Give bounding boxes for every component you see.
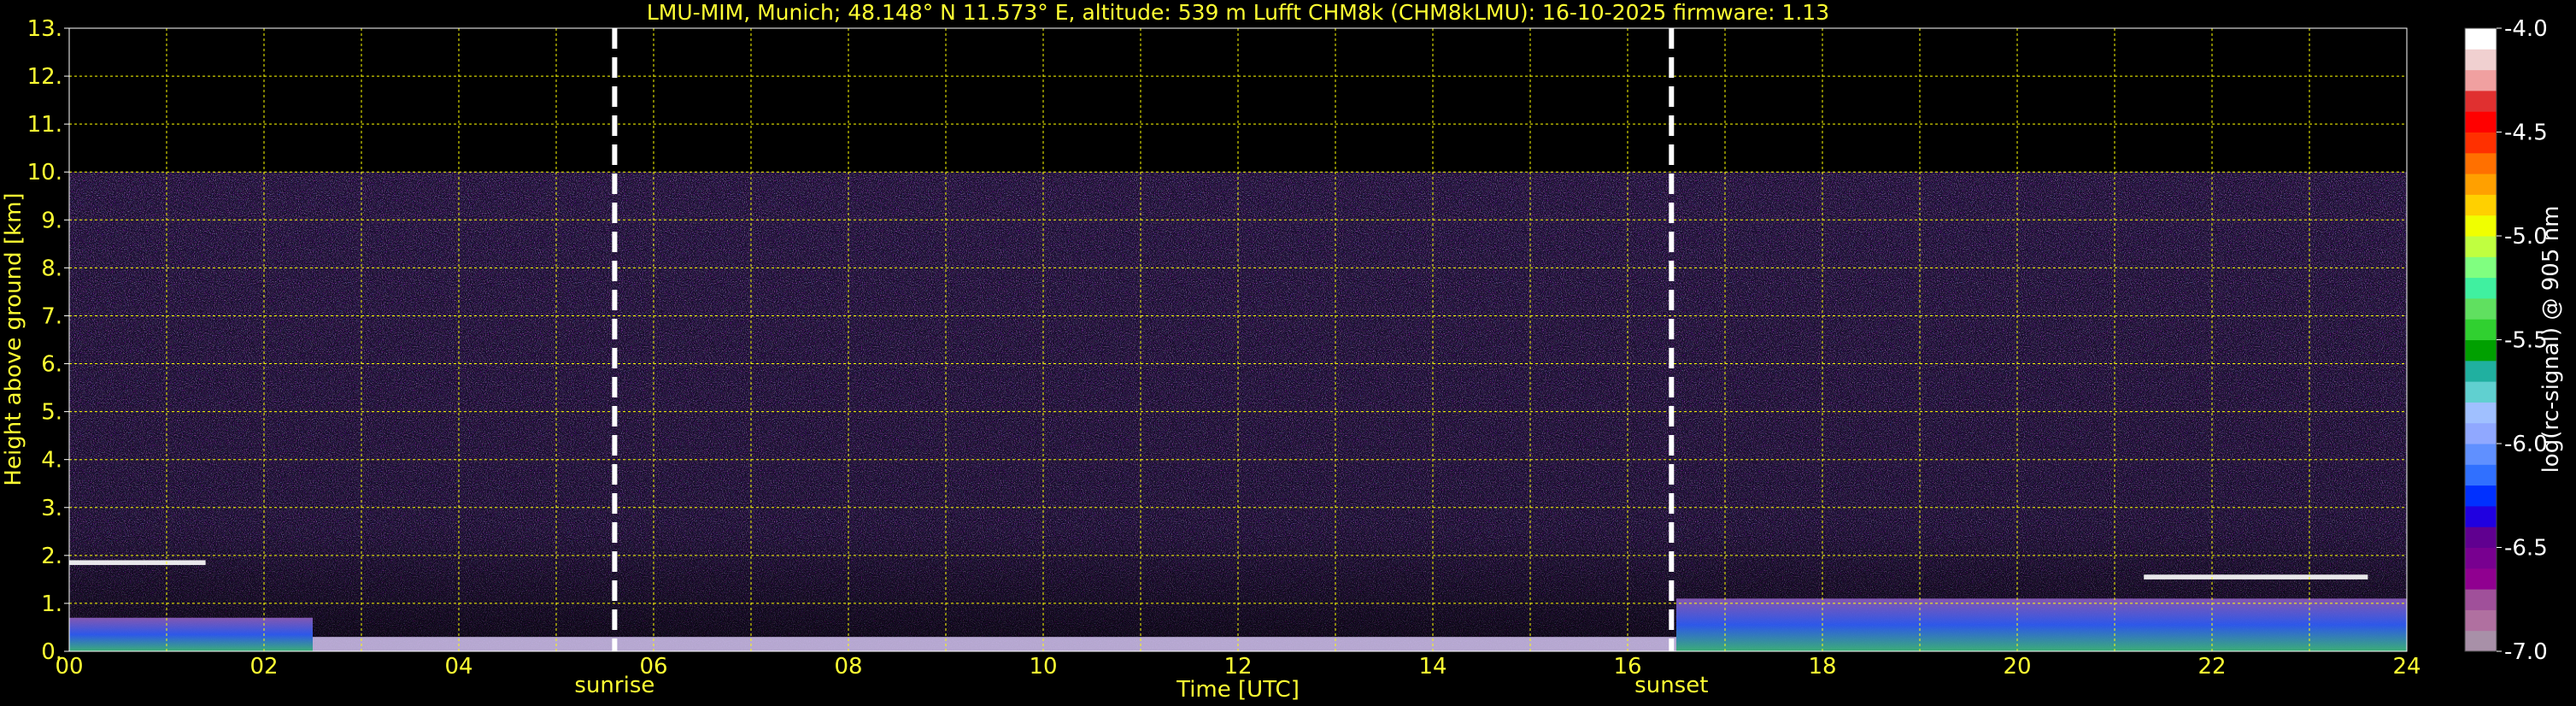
colorbar-tick-label: -7.0 [2504,639,2548,665]
x-tick-label: 18 [1808,654,1836,680]
colorbar-segment [2465,589,2497,610]
x-tick-labels: 00 02 04 06 08 10 12 14 16 18 20 22 24 [55,654,2421,680]
colorbar-segment [2465,339,2497,362]
cloud [2144,574,2368,580]
y-tick-label: 6. [41,352,62,378]
colorbar-label: log(rc-signal) @ 905 nm [2538,206,2564,474]
colorbar-tick-label: -4.5 [2504,121,2548,146]
chart-title: LMU-MIM, Munich; 48.148° N 11.573° E, al… [647,0,1829,25]
colorbar-segment [2465,422,2497,444]
x-tick-label: 24 [2392,654,2421,680]
colorbar-segment [2465,28,2497,50]
colorbar-segment [2465,111,2497,132]
ceilometer-chart: sunrise sunset 0.1.2.3.4.5.6.7.8.9.10.11.… [1,0,2564,703]
colorbar-segment [2465,256,2497,279]
colorbar-segment [2465,49,2497,71]
x-tick-label: 06 [639,654,667,680]
surface-layer [313,637,1676,651]
colorbar-segment [2465,464,2497,486]
y-tick-label: 1. [41,591,62,617]
x-tick-label: 08 [834,654,862,680]
y-tick-labels: 0.1.2.3.4.5.6.7.8.9.10.11.12.13. [27,16,69,665]
colorbar-segment [2465,609,2497,632]
colorbar-segment [2465,381,2497,403]
sunset-label: sunset [1634,673,1708,698]
colorbar-tick-label: -4.0 [2504,16,2548,42]
boundary-layer [1676,598,2407,651]
colorbar-segment [2465,527,2497,548]
x-tick-label: 00 [55,654,83,680]
colorbar: -4.0-4.5-5.0-5.5-6.0-6.5-7.0 [2464,16,2548,665]
colorbar-segment [2465,215,2497,237]
x-tick-label: 20 [2003,654,2031,680]
colorbar-segment [2465,194,2497,216]
y-tick-label: 12. [27,64,62,90]
cloud [69,560,206,566]
colorbar-tick-label: -6.5 [2504,536,2548,562]
colorbar-segment [2465,505,2497,527]
colorbar-segment [2465,319,2497,340]
y-tick-label: 9. [41,208,62,233]
x-axis-label: Time [UTC] [1176,677,1300,703]
colorbar-segment [2465,630,2497,652]
colorbar-segment [2465,402,2497,424]
colorbar-segment [2465,444,2497,465]
y-tick-label: 4. [41,448,62,474]
x-tick-label: 10 [1029,654,1057,680]
colorbar-segment [2465,236,2497,257]
y-tick-label: 11. [27,112,62,138]
boundary-layer [69,617,313,651]
colorbar-segment [2465,174,2497,195]
colorbar-segment [2465,547,2497,569]
y-tick-label: 13. [27,16,62,42]
colorbar-segment [2465,132,2497,154]
y-tick-label: 3. [41,496,62,521]
colorbar-segment [2465,360,2497,382]
x-tick-label: 12 [1223,654,1252,680]
colorbar-segment [2465,69,2497,91]
colorbar-segment [2465,297,2497,320]
x-tick-label: 14 [1418,654,1446,680]
colorbar-segment [2465,568,2497,590]
colorbar-segment [2465,485,2497,507]
colorbar-segment [2465,90,2497,112]
y-axis-label: Height above ground [km] [1,192,26,485]
y-tick-label: 5. [41,400,62,426]
colorbar-segment [2465,152,2497,174]
x-tick-label: 16 [1613,654,1641,680]
colorbar-segment [2465,277,2497,299]
y-tick-label: 10. [27,160,62,185]
x-tick-label: 22 [2198,654,2226,680]
y-tick-label: 8. [41,256,62,281]
y-tick-label: 7. [41,303,62,329]
x-tick-label: 04 [444,654,472,680]
x-tick-label: 02 [249,654,278,680]
y-tick-label: 2. [41,544,62,569]
